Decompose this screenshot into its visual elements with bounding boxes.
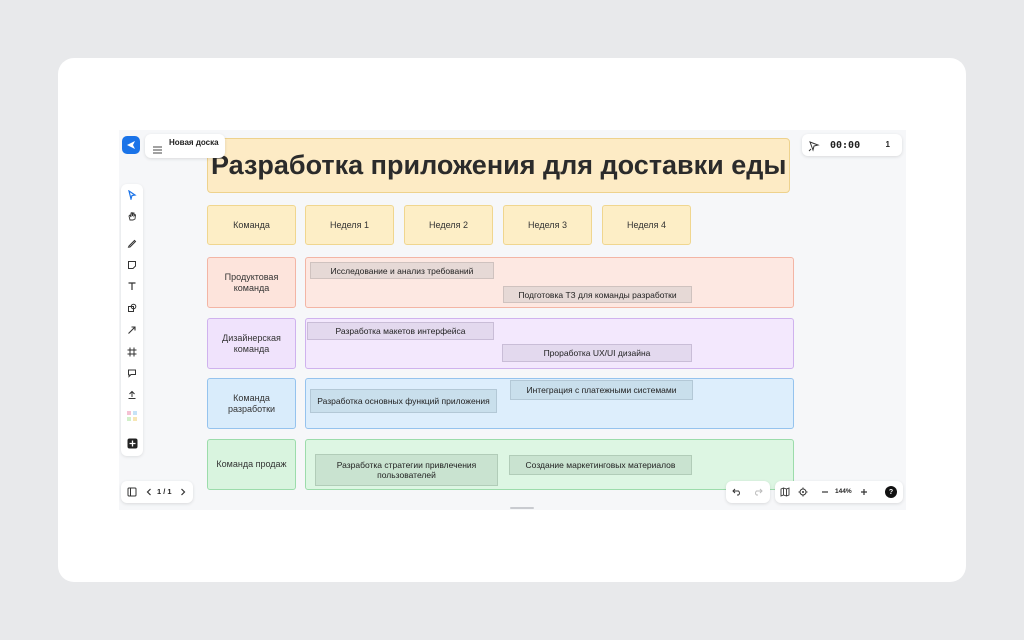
timer[interactable]: 00:00 <box>830 140 860 151</box>
board-name-panel[interactable]: Новая доска <box>145 134 225 158</box>
task-card[interactable]: Исследование и анализ требований <box>310 262 494 279</box>
board-title-block[interactable]: Разработка приложения для доставки еды <box>207 138 790 193</box>
pen-icon[interactable] <box>124 235 140 251</box>
select-icon[interactable] <box>124 187 140 203</box>
redo-icon[interactable] <box>752 486 764 498</box>
comment-icon[interactable] <box>124 365 140 381</box>
undo-icon[interactable] <box>731 486 743 498</box>
templates-icon[interactable] <box>124 408 140 424</box>
chevron-left-icon[interactable] <box>144 486 154 498</box>
task-card[interactable]: Разработка макетов интерфейса <box>307 322 494 340</box>
bottom-panel-handle[interactable] <box>510 507 534 509</box>
header-team[interactable]: Команда <box>207 205 296 245</box>
sticky-note-icon[interactable] <box>124 257 140 273</box>
board-title: Разработка приложения для доставки еды <box>211 150 787 180</box>
left-toolbar <box>121 184 143 456</box>
help-icon[interactable]: ? <box>885 486 897 498</box>
add-icon[interactable] <box>124 435 140 451</box>
zoom-level[interactable]: 144% <box>835 488 852 495</box>
hand-icon[interactable] <box>124 208 140 224</box>
chevron-right-icon[interactable] <box>178 486 188 498</box>
upload-icon[interactable] <box>124 387 140 403</box>
task-card[interactable]: Разработка основных функций приложения <box>310 389 497 413</box>
task-card[interactable]: Разработка стратегии привлечения пользов… <box>315 454 498 486</box>
menu-icon[interactable] <box>153 141 162 159</box>
row-label-product[interactable]: Продуктовая команда <box>207 257 296 308</box>
participants-count[interactable]: 1 <box>886 140 890 149</box>
task-card[interactable]: Интеграция с платежными системами <box>510 380 693 400</box>
whiteboard-app: Разработка приложения для доставки еды К… <box>119 130 906 510</box>
history-controls <box>726 481 770 503</box>
task-card[interactable]: Создание маркетинговых материалов <box>509 455 692 475</box>
zoom-in-icon[interactable] <box>858 486 870 498</box>
board-name[interactable]: Новая доска <box>169 138 219 147</box>
header-week-4[interactable]: Неделя 4 <box>602 205 691 245</box>
header-week-1[interactable]: Неделя 1 <box>305 205 394 245</box>
sidebar-toggle-icon[interactable] <box>126 486 138 498</box>
map-icon[interactable] <box>779 486 791 498</box>
recenter-icon[interactable] <box>797 486 809 498</box>
page-navigator: 1 / 1 <box>121 481 193 503</box>
row-label-design[interactable]: Дизайнерская команда <box>207 318 296 369</box>
app-logo-icon[interactable] <box>122 136 140 154</box>
frame-icon[interactable] <box>124 344 140 360</box>
arrow-icon[interactable] <box>124 322 140 338</box>
task-card[interactable]: Подготовка ТЗ для команды разработки <box>503 286 692 303</box>
row-label-dev[interactable]: Команда разработки <box>207 378 296 429</box>
shapes-icon[interactable] <box>124 300 140 316</box>
zoom-controls: 144% ? <box>775 481 903 503</box>
top-right-panel: 00:00 1 <box>802 134 902 156</box>
page-indicator: 1 / 1 <box>157 487 172 496</box>
task-card[interactable]: Проработка UX/UI дизайна <box>502 344 692 362</box>
text-icon[interactable] <box>124 278 140 294</box>
header-week-2[interactable]: Неделя 2 <box>404 205 493 245</box>
zoom-out-icon[interactable] <box>819 486 831 498</box>
row-label-sales[interactable]: Команда продаж <box>207 439 296 490</box>
laser-pointer-icon[interactable] <box>808 139 820 157</box>
header-week-3[interactable]: Неделя 3 <box>503 205 592 245</box>
